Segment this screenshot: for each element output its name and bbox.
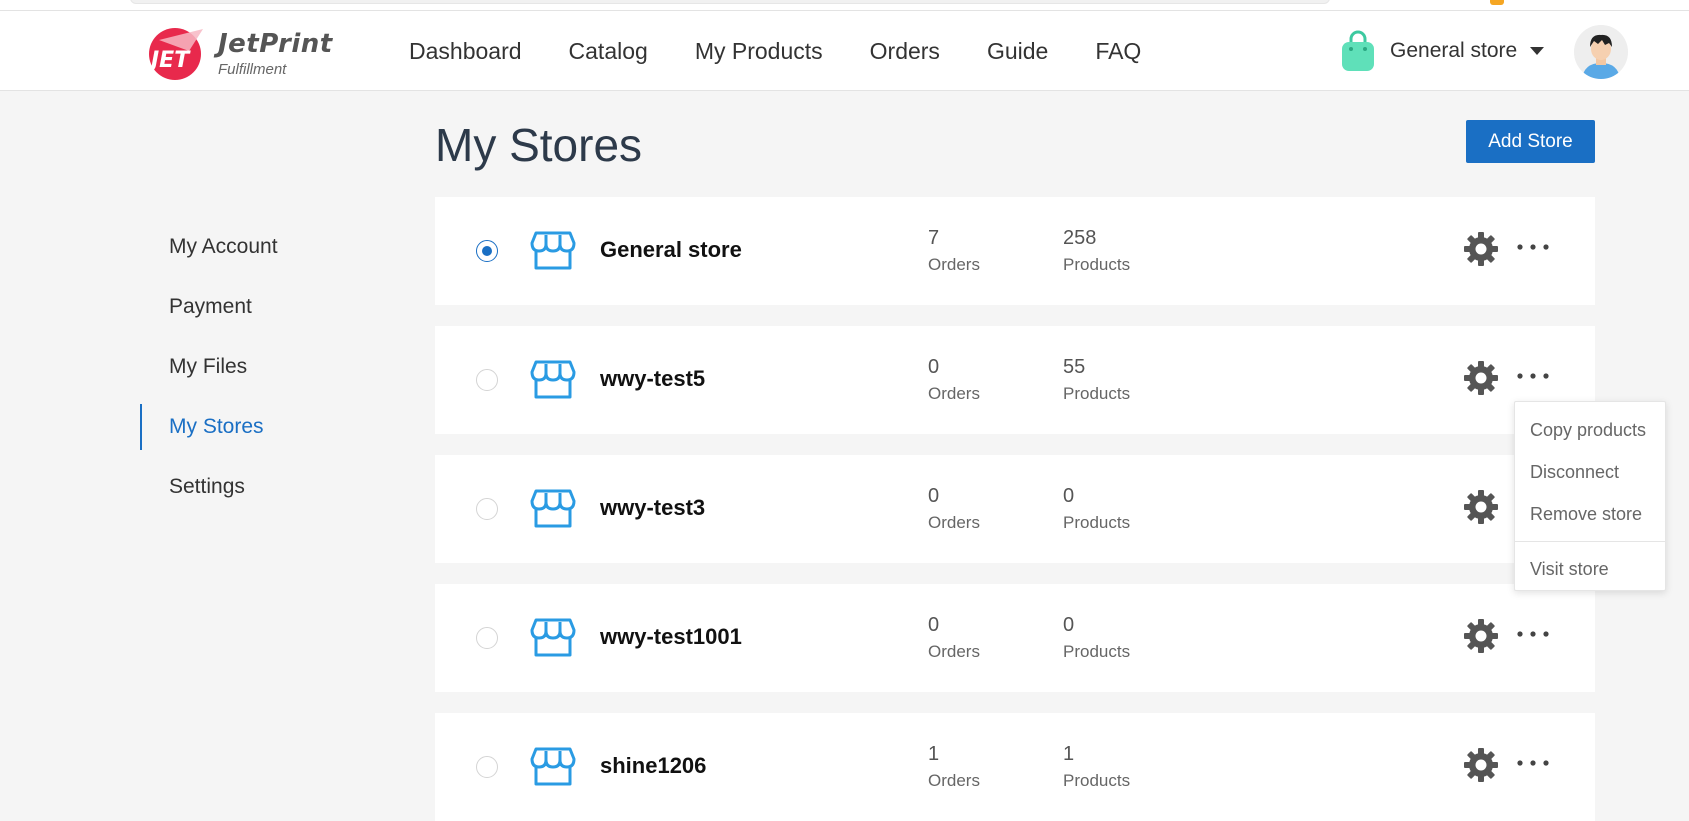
settings-gear-icon[interactable] xyxy=(1463,747,1499,783)
products-count: 258 xyxy=(1063,227,1097,249)
more-options-icon[interactable] xyxy=(1513,753,1553,773)
orders-label: Orders xyxy=(928,384,980,403)
store-name[interactable]: wwy-test5 xyxy=(600,366,705,392)
nav-dashboard[interactable]: Dashboard xyxy=(409,38,522,65)
store-select-radio[interactable] xyxy=(476,756,498,778)
store-row: shine1206 1 Orders 1 Products xyxy=(435,713,1595,821)
store-icon xyxy=(530,747,576,786)
account-sidebar: My Account Payment My Files My Stores Se… xyxy=(140,217,278,517)
products-stat: 0 Products xyxy=(1063,612,1130,664)
store-row: wwy-test3 0 Orders 0 Products xyxy=(435,455,1595,563)
orders-stat: 0 Orders xyxy=(928,612,980,664)
jetprint-logo-icon: JET xyxy=(147,28,203,80)
store-name[interactable]: wwy-test3 xyxy=(600,495,705,521)
store-select-radio[interactable] xyxy=(476,627,498,649)
store-icon xyxy=(530,618,576,657)
products-label: Products xyxy=(1063,255,1131,274)
settings-gear-icon[interactable] xyxy=(1463,489,1499,525)
settings-gear-icon[interactable] xyxy=(1463,231,1499,267)
menu-item-disconnect[interactable]: Disconnect xyxy=(1515,451,1665,493)
products-label: Products xyxy=(1063,513,1131,532)
orders-count: 1 xyxy=(928,743,940,765)
store-name[interactable]: wwy-test1001 xyxy=(600,624,742,650)
store-actions-menu: Copy products Disconnect Remove store Vi… xyxy=(1514,401,1666,591)
site-header: JET JetPrint Fulfillment Dashboard Catal… xyxy=(0,11,1689,91)
store-row: wwy-test5 0 Orders 55 Products xyxy=(435,326,1595,434)
products-count: 1 xyxy=(1063,743,1075,765)
orders-label: Orders xyxy=(928,642,980,661)
user-avatar[interactable] xyxy=(1574,25,1628,79)
browser-top-strip xyxy=(0,0,1689,11)
logo-tagline: Fulfillment xyxy=(218,61,287,78)
orders-label: Orders xyxy=(928,255,980,274)
sidebar-item-my-account[interactable]: My Account xyxy=(140,217,278,277)
orders-count: 0 xyxy=(928,614,940,636)
store-name[interactable]: shine1206 xyxy=(600,753,706,779)
sidebar-item-settings[interactable]: Settings xyxy=(140,457,278,517)
caret-down-icon xyxy=(1530,47,1545,55)
orders-stat: 1 Orders xyxy=(928,741,980,793)
store-list: General store 7 Orders 258 Products wwy-test5… xyxy=(435,197,1595,821)
nav-catalog[interactable]: Catalog xyxy=(569,38,648,65)
store-switcher[interactable]: General store xyxy=(1338,29,1545,73)
add-store-button[interactable]: Add Store xyxy=(1466,120,1595,163)
logo-name: JetPrint xyxy=(218,29,333,59)
orders-stat: 0 Orders xyxy=(928,483,980,535)
page-title: My Stores xyxy=(435,119,643,171)
nav-my-products[interactable]: My Products xyxy=(695,38,823,65)
nav-guide[interactable]: Guide xyxy=(987,38,1048,65)
avatar-icon xyxy=(1574,25,1628,79)
sidebar-item-my-stores[interactable]: My Stores xyxy=(140,397,278,457)
settings-gear-icon[interactable] xyxy=(1463,618,1499,654)
orders-stat: 7 Orders xyxy=(928,225,980,277)
store-row: wwy-test1001 0 Orders 0 Products xyxy=(435,584,1595,692)
store-icon xyxy=(530,231,576,270)
shopping-bag-icon xyxy=(1342,30,1374,71)
store-switcher-label: General store xyxy=(1390,39,1518,62)
products-stat: 0 Products xyxy=(1063,483,1130,535)
orders-count: 0 xyxy=(928,356,940,378)
menu-divider xyxy=(1515,541,1665,542)
products-count: 55 xyxy=(1063,356,1086,378)
store-select-radio[interactable] xyxy=(476,498,498,520)
sidebar-item-my-files[interactable]: My Files xyxy=(140,337,278,397)
settings-gear-icon[interactable] xyxy=(1463,360,1499,396)
jetprint-logo[interactable]: JET JetPrint Fulfillment xyxy=(145,23,345,83)
products-count: 0 xyxy=(1063,614,1075,636)
extension-badge[interactable] xyxy=(1490,0,1504,5)
store-select-radio[interactable] xyxy=(476,369,498,391)
orders-stat: 0 Orders xyxy=(928,354,980,406)
orders-label: Orders xyxy=(928,771,980,790)
nav-orders[interactable]: Orders xyxy=(870,38,940,65)
orders-label: Orders xyxy=(928,513,980,532)
store-row: General store 7 Orders 258 Products xyxy=(435,197,1595,305)
menu-item-remove-store[interactable]: Remove store xyxy=(1515,493,1665,535)
products-label: Products xyxy=(1063,771,1131,790)
orders-count: 7 xyxy=(928,227,940,249)
products-stat: 1 Products xyxy=(1063,741,1130,793)
store-icon xyxy=(530,489,576,528)
more-options-icon[interactable] xyxy=(1513,237,1553,257)
address-bar[interactable] xyxy=(130,0,1330,4)
menu-item-visit-store[interactable]: Visit store xyxy=(1515,548,1665,590)
products-label: Products xyxy=(1063,642,1131,661)
store-name[interactable]: General store xyxy=(600,237,742,263)
products-stat: 55 Products xyxy=(1063,354,1130,406)
products-count: 0 xyxy=(1063,485,1075,507)
more-options-icon[interactable] xyxy=(1513,366,1553,386)
more-options-icon[interactable] xyxy=(1513,624,1553,644)
nav-faq[interactable]: FAQ xyxy=(1095,38,1141,65)
orders-count: 0 xyxy=(928,485,940,507)
menu-item-copy-products[interactable]: Copy products xyxy=(1515,409,1665,451)
products-stat: 258 Products xyxy=(1063,225,1130,277)
store-icon xyxy=(530,360,576,399)
products-label: Products xyxy=(1063,384,1131,403)
store-select-radio[interactable] xyxy=(476,240,498,262)
logo-mark-text: JET xyxy=(147,48,191,73)
main-nav: Dashboard Catalog My Products Orders Gui… xyxy=(409,11,1188,91)
sidebar-item-payment[interactable]: Payment xyxy=(140,277,278,337)
